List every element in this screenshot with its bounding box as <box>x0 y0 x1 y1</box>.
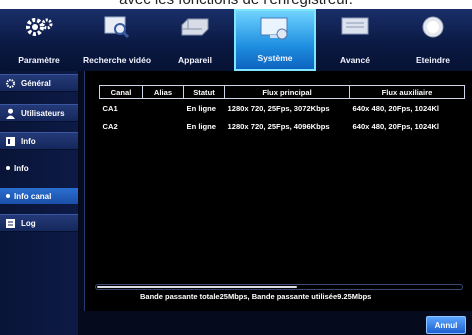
log-icon <box>5 218 16 229</box>
tab-label: Appareil <box>177 55 212 65</box>
cell-flux-auxiliaire: 640x 480, 20Fps, 1024Kl <box>352 103 440 113</box>
sidebar-item-label: Info canal <box>14 191 52 201</box>
tab-label: Eteindre <box>415 55 450 65</box>
cell-flux-principal: 1280x 720, 25Fps, 4096Kbps <box>227 121 330 131</box>
tab-label: Recherche vidéo <box>82 55 152 65</box>
bandwidth-status: Bande passante totale25Mbps, Bande passa… <box>140 292 372 301</box>
column-header-statut[interactable]: Statut <box>183 85 225 99</box>
tab-appareil[interactable]: Appareil <box>156 9 234 71</box>
channel-info-table: Canal Alias Statut Flux principal Flux a… <box>99 85 465 135</box>
column-header-flux-auxiliaire[interactable]: Flux auxiliaire <box>349 85 465 99</box>
cell-canal: CA1 <box>102 103 118 113</box>
settings-panel-icon <box>335 12 375 42</box>
bottom-bar <box>84 311 472 335</box>
tab-label: Avancé <box>340 55 370 65</box>
column-header-alias[interactable]: Alias <box>142 85 184 99</box>
cancel-button[interactable]: Annul <box>426 316 466 334</box>
tab-label: Système <box>257 53 293 63</box>
sidebar-item-general[interactable]: Général <box>0 74 78 92</box>
table-row[interactable]: CA1 En ligne 1280x 720, 25Fps, 3072Kbps … <box>100 99 465 118</box>
bullet-icon <box>6 166 10 170</box>
tab-systeme[interactable]: Système <box>234 9 316 71</box>
column-header-flux-principal[interactable]: Flux principal <box>224 85 350 99</box>
cell-alias <box>143 117 184 135</box>
cell-canal: CA2 <box>102 121 118 131</box>
sidebar-item-label: Général <box>21 78 51 88</box>
top-navigation: Paramètre Recherche vidéo Appareil Systè… <box>0 9 472 71</box>
page-caption: avec les fonctions de l'enregistreur. <box>0 0 472 9</box>
table-row[interactable]: CA2 En ligne 1280x 720, 25Fps, 4096Kbps … <box>100 117 465 135</box>
gear-icon <box>5 78 16 89</box>
tab-parametre[interactable]: Paramètre <box>0 9 78 71</box>
sidebar-item-info-sub[interactable]: Info <box>0 160 78 176</box>
tab-recherche-video[interactable]: Recherche vidéo <box>78 9 156 71</box>
column-header-canal[interactable]: Canal <box>99 85 143 99</box>
channel-info-panel: Canal Alias Statut Flux principal Flux a… <box>84 71 472 311</box>
sidebar-item-log[interactable]: Log <box>0 214 78 232</box>
tab-eteindre[interactable]: Eteindre <box>394 9 472 71</box>
sidebar-item-info[interactable]: Info <box>0 132 78 150</box>
sidebar-item-info-canal[interactable]: Info canal <box>0 188 78 204</box>
cell-flux-auxiliaire: 640x 480, 20Fps, 1024Kl <box>352 121 440 131</box>
cell-statut: En ligne <box>186 121 217 131</box>
sidebar-item-users[interactable]: Utilisateurs <box>0 104 78 122</box>
bullet-icon <box>6 194 10 198</box>
sidebar-item-label: Info <box>14 163 29 173</box>
gear-icon <box>19 12 59 42</box>
sidebar-item-label: Log <box>21 218 36 228</box>
sidebar: Général Utilisateurs Info Info Info cana… <box>0 71 78 335</box>
cell-alias <box>143 99 184 118</box>
user-icon <box>5 108 16 119</box>
info-book-icon <box>5 136 16 147</box>
power-icon <box>413 12 453 42</box>
cell-flux-principal: 1280x 720, 25Fps, 3072Kbps <box>227 103 330 113</box>
cell-statut: En ligne <box>186 103 217 113</box>
horizontal-scrollbar[interactable] <box>95 284 463 290</box>
monitor-icon <box>255 14 295 44</box>
tab-label: Paramètre <box>18 55 60 65</box>
table-header-row: Canal Alias Statut Flux principal Flux a… <box>99 85 465 99</box>
tab-avance[interactable]: Avancé <box>316 9 394 71</box>
scrollbar-thumb[interactable] <box>97 286 297 288</box>
sidebar-item-label: Utilisateurs <box>21 108 65 118</box>
video-search-icon <box>97 12 137 42</box>
sidebar-item-label: Info <box>21 136 36 146</box>
hard-drive-icon <box>175 12 215 42</box>
